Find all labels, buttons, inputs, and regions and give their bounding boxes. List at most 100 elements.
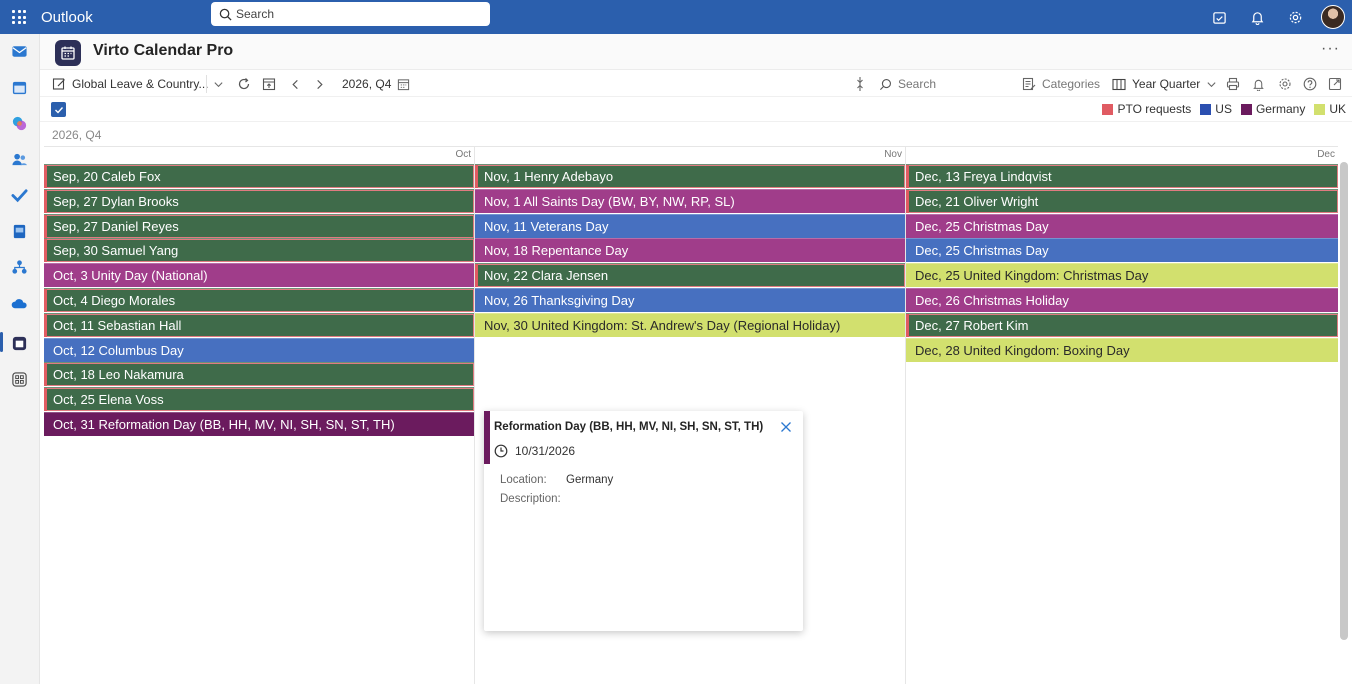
app-title: Virto Calendar Pro: [93, 42, 234, 59]
event-label: Nov, 1 Henry Adebayo: [484, 169, 614, 184]
chevron-left-icon: [292, 79, 298, 89]
event-bar[interactable]: Sep, 20 Caleb Fox: [44, 164, 474, 188]
top-bar: Outlook Search: [0, 0, 1352, 34]
clock-icon: [494, 444, 508, 458]
event-bar[interactable]: Oct, 4 Diego Morales: [44, 288, 474, 312]
rail-mail[interactable]: [10, 42, 28, 60]
event-title: Reformation Day (BB, HH, MV, NI, SH, SN,…: [494, 421, 764, 433]
checkmark-icon: [54, 106, 63, 114]
waffle-icon: [12, 10, 26, 24]
event-bar[interactable]: Dec, 21 Oliver Wright: [906, 188, 1338, 213]
top-search-placeholder: Search: [236, 7, 275, 21]
view-selector[interactable]: Year Quarter: [1112, 71, 1217, 97]
period-picker[interactable]: 2026, Q4: [342, 71, 410, 97]
rail-org[interactable]: [10, 258, 28, 276]
rail-notes[interactable]: [10, 222, 28, 240]
event-bar[interactable]: Nov, 30 United Kingdom: St. Andrew's Day…: [475, 312, 905, 337]
calendar-dropdown-button[interactable]: [213, 71, 224, 97]
active-indicator: [0, 332, 3, 352]
close-button[interactable]: [779, 420, 793, 434]
event-bar[interactable]: Sep, 30 Samuel Yang: [44, 238, 474, 263]
event-bar[interactable]: Oct, 3 Unity Day (National): [44, 263, 474, 288]
notifications-button[interactable]: [1238, 0, 1276, 34]
legend-swatch: [1240, 103, 1252, 115]
categories-button[interactable]: Categories: [1022, 71, 1100, 97]
month-label: Oct: [455, 149, 471, 160]
account-button[interactable]: [1314, 0, 1352, 34]
collapse-toggle-button[interactable]: [854, 71, 866, 97]
app-launcher-button[interactable]: [0, 0, 38, 34]
month-label: Dec: [1317, 149, 1335, 160]
more-options-button[interactable]: ···: [1321, 40, 1340, 58]
event-bar[interactable]: Dec, 28 United Kingdom: Boxing Day: [906, 337, 1338, 362]
rail-calendar[interactable]: [10, 78, 28, 96]
month-column-oct: Oct Sep, 20 Caleb Fox Sep, 27 Dylan Brook…: [44, 147, 475, 684]
rail-todo[interactable]: [10, 186, 28, 204]
previous-period-button[interactable]: [290, 71, 301, 97]
open-in-new-window-button[interactable]: [1328, 71, 1342, 97]
toolbar-search[interactable]: Search: [879, 71, 936, 97]
vertical-scrollbar[interactable]: [1340, 162, 1348, 640]
reminders-button[interactable]: [1252, 71, 1265, 97]
event-label: Oct, 4 Diego Morales: [53, 293, 176, 308]
month-column-dec: Dec Dec, 13 Freya Lindqvist Dec, 21 Olive…: [906, 147, 1338, 684]
event-bar[interactable]: Nov, 22 Clara Jensen: [475, 263, 905, 288]
legend-item-germany[interactable]: Germany: [1240, 102, 1306, 116]
rail-more-apps[interactable]: [10, 370, 28, 388]
legend-item-pto[interactable]: PTO requests: [1102, 102, 1191, 116]
event-bar[interactable]: Nov, 1 All Saints Day (BW, BY, NW, RP, S…: [475, 188, 905, 213]
event-bar[interactable]: Oct, 31 Reformation Day (BB, HH, MV, NI,…: [44, 412, 474, 436]
chevron-down-icon: [214, 81, 223, 87]
event-bar[interactable]: Oct, 11 Sebastian Hall: [44, 312, 474, 337]
left-rail: [0, 34, 40, 684]
categories-icon: [1022, 77, 1036, 91]
legend-item-uk[interactable]: UK: [1314, 102, 1346, 116]
event-bar[interactable]: Nov, 11 Veterans Day: [475, 213, 905, 238]
next-period-button[interactable]: [314, 71, 325, 97]
event-bar[interactable]: Oct, 18 Leo Nakamura: [44, 362, 474, 387]
event-bar[interactable]: Dec, 25 United Kingdom: Christmas Day: [906, 263, 1338, 288]
refresh-button[interactable]: [237, 71, 251, 97]
legend-swatch: [1102, 103, 1114, 115]
app-header: Virto Calendar Pro ···: [40, 34, 1352, 70]
legend-item-us[interactable]: US: [1200, 102, 1232, 116]
today-button[interactable]: [262, 71, 276, 97]
event-bar[interactable]: Dec, 13 Freya Lindqvist: [906, 164, 1338, 188]
event-bar[interactable]: Nov, 26 Thanksgiving Day: [475, 288, 905, 312]
help-button[interactable]: [1303, 71, 1317, 97]
my-day-button[interactable]: [1200, 0, 1238, 34]
event-bar[interactable]: Oct, 25 Elena Voss: [44, 387, 474, 412]
rail-people[interactable]: [10, 150, 28, 168]
top-search-box[interactable]: Search: [211, 2, 490, 26]
print-button[interactable]: [1226, 71, 1240, 97]
rail-onedrive[interactable]: [10, 294, 28, 312]
notes-icon: [13, 224, 25, 238]
event-bar[interactable]: Nov, 1 Henry Adebayo: [475, 164, 905, 188]
event-label: Dec, 25 Christmas Day: [915, 218, 1049, 234]
toolbar-divider: [206, 75, 207, 93]
settings-button[interactable]: [1276, 0, 1314, 34]
rail-virto-calendar[interactable]: [10, 334, 28, 352]
event-bar[interactable]: Dec, 26 Christmas Holiday: [906, 288, 1338, 312]
event-bar[interactable]: Sep, 27 Daniel Reyes: [44, 213, 474, 238]
legend-label: US: [1215, 102, 1232, 116]
event-bar[interactable]: Dec, 27 Robert Kim: [906, 312, 1338, 337]
view-label: Year Quarter: [1132, 77, 1201, 91]
event-date: 10/31/2026: [515, 444, 576, 458]
apps-grid-icon: [11, 371, 27, 387]
calendar-settings-button[interactable]: [1278, 71, 1292, 97]
event-label: Nov, 30 United Kingdom: St. Andrew's Day…: [484, 317, 841, 333]
calendar-selector[interactable]: Global Leave & Country...: [52, 71, 209, 97]
app-name[interactable]: Outlook: [41, 9, 211, 26]
event-bar[interactable]: Nov, 18 Repentance Day: [475, 238, 905, 263]
event-bar[interactable]: Dec, 25 Christmas Day: [906, 238, 1338, 263]
legend-label: Germany: [1255, 102, 1306, 116]
search-icon: [219, 8, 232, 21]
event-bar[interactable]: Dec, 25 Christmas Day: [906, 213, 1338, 238]
rail-copilot[interactable]: [10, 114, 28, 132]
event-label: Dec, 21 Oliver Wright: [915, 193, 1039, 209]
event-bar[interactable]: Sep, 27 Dylan Brooks: [44, 188, 474, 213]
select-all-checkbox[interactable]: [51, 102, 66, 117]
event-bar[interactable]: Oct, 12 Columbus Day: [44, 337, 474, 362]
legend-swatch: [1314, 103, 1326, 115]
